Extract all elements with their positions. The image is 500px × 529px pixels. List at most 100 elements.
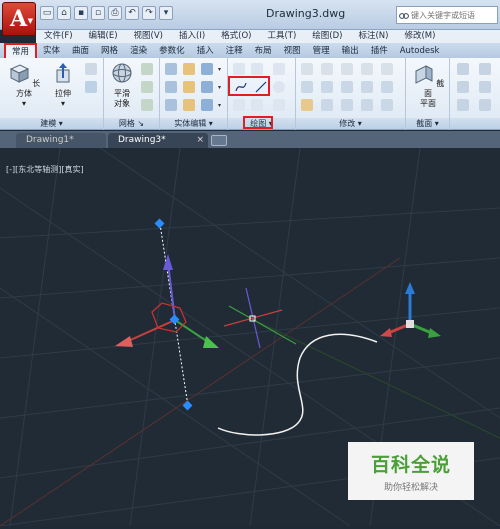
menu-modify[interactable]: 修改(M): [396, 30, 443, 43]
fillet-button[interactable]: [360, 80, 374, 94]
tab-plugins[interactable]: 插件: [365, 44, 394, 58]
scale-button[interactable]: [320, 80, 334, 94]
tab-output[interactable]: 输出: [336, 44, 365, 58]
mesh-smooth-more-button[interactable]: [140, 62, 154, 76]
extrude-faces-button[interactable]: [200, 80, 214, 94]
application-menu-button[interactable]: A ▼: [2, 2, 36, 36]
rotate3d-button[interactable]: [300, 80, 314, 94]
arc-button[interactable]: [272, 62, 286, 76]
modeling-panel-label[interactable]: 建模 ▾: [0, 118, 103, 129]
circle-button[interactable]: [272, 80, 286, 94]
extract-edges-button[interactable]: [200, 62, 214, 76]
chevron-down-icon[interactable]: ▾: [218, 102, 221, 109]
menu-file[interactable]: 文件(F): [36, 30, 81, 43]
menu-insert[interactable]: 插入(I): [171, 30, 213, 43]
imprint-button[interactable]: [182, 98, 196, 112]
tab-layout[interactable]: 布局: [249, 44, 278, 58]
tab-mesh[interactable]: 网格: [95, 44, 124, 58]
undo-icon[interactable]: ↶: [125, 6, 139, 20]
menu-tools[interactable]: 工具(T): [259, 30, 304, 43]
tab-surface[interactable]: 曲面: [66, 44, 95, 58]
mesh-refine-button[interactable]: [140, 98, 154, 112]
menu-dimension[interactable]: 标注(N): [350, 30, 396, 43]
explode-button[interactable]: [360, 98, 374, 112]
grip-bottom[interactable]: [182, 400, 193, 411]
redo-icon[interactable]: ↷: [142, 6, 156, 20]
gizmo-x-arrow[interactable]: [115, 336, 133, 347]
ellipse-button[interactable]: [272, 98, 286, 112]
polyline-button[interactable]: [232, 62, 246, 76]
move-button[interactable]: [340, 62, 354, 76]
menu-view[interactable]: 视图(V): [126, 30, 171, 43]
erase-button[interactable]: [300, 98, 314, 112]
search-input[interactable]: [411, 10, 497, 20]
chamfer-button[interactable]: [300, 62, 314, 76]
copy-button[interactable]: [320, 98, 334, 112]
ucs-origin-button[interactable]: [456, 98, 470, 112]
ellipse-icon: [273, 99, 285, 111]
workspace-icon[interactable]: ▾: [159, 6, 173, 20]
coordinates-panel-label[interactable]: [450, 118, 500, 129]
tab-drawing1[interactable]: Drawing1*: [16, 133, 106, 148]
presspull-button[interactable]: [84, 80, 98, 94]
menu-format[interactable]: 格式(O): [213, 30, 259, 43]
menu-edit[interactable]: 编辑(E): [81, 30, 126, 43]
section-plane-button[interactable]: 截面 平面: [410, 62, 446, 109]
slice-button[interactable]: [182, 62, 196, 76]
rectangle-button[interactable]: [250, 98, 264, 112]
interfere-button[interactable]: [182, 80, 196, 94]
section-panel-label[interactable]: 截面 ▾: [406, 118, 449, 129]
tab-drawing3[interactable]: Drawing3* ×: [108, 133, 208, 148]
offset-button[interactable]: [380, 62, 394, 76]
chevron-down-icon[interactable]: ▾: [218, 66, 221, 73]
solid-editing-panel-label[interactable]: 实体编辑 ▾: [160, 118, 227, 129]
tab-autodesk[interactable]: Autodesk: [394, 44, 446, 58]
extrude-label: 拉伸: [55, 89, 71, 98]
mesh-panel-label[interactable]: 网格 ↘: [104, 118, 159, 129]
subtract-button[interactable]: [164, 80, 178, 94]
print-icon[interactable]: ⎙: [108, 6, 122, 20]
menu-draw[interactable]: 绘图(D): [304, 30, 350, 43]
ucs-world-button[interactable]: [456, 80, 470, 94]
ucs-button[interactable]: [456, 62, 470, 76]
tab-render[interactable]: 渲染: [124, 44, 153, 58]
ucs-3point-button[interactable]: [478, 98, 492, 112]
box-button[interactable]: 长方体 ▾: [6, 62, 42, 109]
viewport-label[interactable]: [-][东北等轴测][真实]: [6, 164, 84, 175]
rotate-button[interactable]: [250, 62, 264, 76]
grip-top[interactable]: [154, 218, 165, 229]
new-file-icon[interactable]: ▭: [40, 6, 54, 20]
tab-solid[interactable]: 实体: [37, 44, 66, 58]
modify-panel-label[interactable]: 修改 ▾: [296, 118, 405, 129]
close-icon[interactable]: ×: [196, 133, 204, 148]
mesh-smooth-less-button[interactable]: [140, 80, 154, 94]
stretch-button[interactable]: [380, 80, 394, 94]
intersect-button[interactable]: [164, 98, 178, 112]
tab-annotate[interactable]: 注释: [220, 44, 249, 58]
spline-curve[interactable]: [217, 333, 378, 436]
tab-insert[interactable]: 插入: [191, 44, 220, 58]
polygon-button[interactable]: [232, 98, 246, 112]
extrude-button[interactable]: 拉伸 ▾: [48, 62, 78, 109]
trim-button[interactable]: [340, 98, 354, 112]
separate-button[interactable]: [200, 98, 214, 112]
tab-home[interactable]: 常用: [4, 43, 38, 58]
save-icon[interactable]: ▪: [74, 6, 88, 20]
new-tab-button[interactable]: [211, 135, 227, 146]
union-button[interactable]: [164, 62, 178, 76]
tab-manage[interactable]: 管理: [307, 44, 336, 58]
chevron-down-icon[interactable]: ▾: [218, 84, 221, 91]
array-button[interactable]: [340, 80, 354, 94]
save-as-icon[interactable]: ▫: [91, 6, 105, 20]
tab-view[interactable]: 视图: [278, 44, 307, 58]
ucs-object-button[interactable]: [478, 80, 492, 94]
polysolid-button[interactable]: [84, 62, 98, 76]
ucs-view-button[interactable]: [478, 62, 492, 76]
search-box[interactable]: [396, 6, 498, 24]
smooth-object-button[interactable]: 平滑 对象: [106, 62, 138, 109]
open-folder-icon[interactable]: ⌂: [57, 6, 71, 20]
tab-parametric[interactable]: 参数化: [153, 44, 191, 58]
mirror3d-button[interactable]: [320, 62, 334, 76]
align-button[interactable]: [360, 62, 374, 76]
join-button[interactable]: [380, 98, 394, 112]
